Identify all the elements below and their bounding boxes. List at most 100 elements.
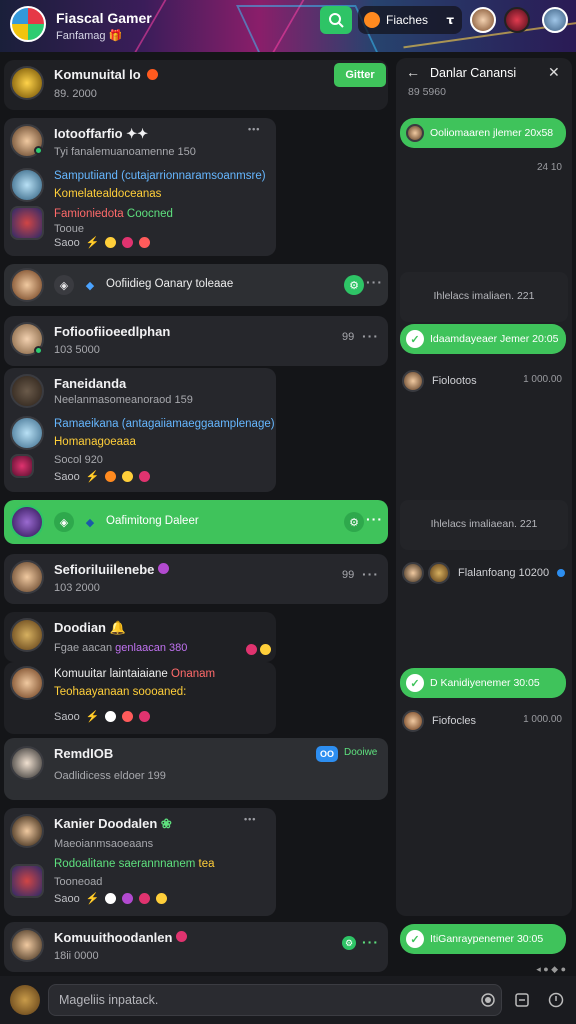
app-header: Fiascal Gamer Fanfamag 🎁 Fiaches 𝞃 bbox=[0, 0, 576, 52]
more-options[interactable]: ••• bbox=[244, 814, 256, 824]
thread-meta: Oadlidicess eldoer 199 bbox=[54, 770, 166, 782]
settings-icon[interactable]: ⚙ bbox=[344, 512, 364, 532]
close-icon[interactable]: ✕ bbox=[548, 64, 560, 81]
app-title: Fiascal Gamer bbox=[56, 10, 152, 26]
thread-title: Komunuital lo bbox=[54, 67, 141, 82]
message-bubble[interactable]: Ooliomaaren jlemer 20x58 bbox=[400, 118, 566, 148]
badge-label: Dooiwe bbox=[344, 747, 378, 758]
participant-row[interactable]: Flalanfoang 10200 bbox=[402, 562, 566, 584]
bell-icon: 🔔 bbox=[109, 620, 126, 635]
participant-row[interactable]: Fiolootos bbox=[402, 370, 477, 392]
more-options[interactable]: ··· bbox=[366, 274, 383, 290]
avatar bbox=[10, 928, 44, 962]
avatar bbox=[402, 370, 424, 392]
thread-list: Komunuital lo 89. 2000 Gitter Iotooffarf… bbox=[0, 52, 392, 976]
channel-icon: ◈ bbox=[54, 512, 74, 532]
gitter-button[interactable]: Gitter bbox=[334, 63, 386, 87]
conversation-panel: ← Danlar Canansi ✕ 89 5960 Ooliomaaren j… bbox=[396, 58, 572, 954]
avatar bbox=[10, 666, 44, 700]
panel-title: Danlar Canansi bbox=[430, 66, 517, 80]
channel-label: Oofiidieg Oanary toleaae bbox=[106, 278, 234, 290]
bolt-icon: ⚡ bbox=[85, 471, 100, 483]
record-icon[interactable] bbox=[478, 990, 498, 1010]
more-options[interactable]: ··· bbox=[366, 511, 383, 527]
message-bubble[interactable]: ✓ D Kanidiyenemer 30:05 bbox=[400, 668, 566, 698]
date-separator: Ihlelacs imaliaean. 221 bbox=[400, 500, 568, 550]
check-icon: ✓ bbox=[406, 930, 424, 948]
avatar bbox=[10, 864, 44, 898]
thread-title: Faneidanda bbox=[54, 376, 127, 391]
app-subtitle: Fanfamag 🎁 bbox=[56, 30, 123, 42]
message-line: Komelatealdoceanas bbox=[54, 188, 162, 200]
thread-meta: 89. 2000 bbox=[54, 88, 97, 100]
avatar bbox=[10, 168, 44, 202]
thread-card[interactable]: Komuuitar laintaiaiane Onanam Teohaayana… bbox=[4, 662, 276, 734]
search-button[interactable] bbox=[320, 6, 352, 34]
channel-row-active[interactable]: ◈ ◆ Oafimitong Daleer ⚙ ··· bbox=[4, 500, 388, 544]
avatar bbox=[10, 618, 44, 652]
message-line: Homanagoeaaa bbox=[54, 436, 136, 448]
avatar bbox=[402, 710, 424, 732]
more-options[interactable]: ··· bbox=[362, 566, 379, 582]
more-options[interactable]: ··· bbox=[362, 934, 379, 950]
avatar bbox=[10, 560, 44, 594]
online-indicator bbox=[34, 346, 43, 355]
message-bubble[interactable]: ✓ Idaamdayeaer Jemer 20:05 bbox=[400, 324, 566, 354]
header-avatar-3[interactable] bbox=[542, 7, 568, 33]
thread-title: Kanier Doodalen ❀ bbox=[54, 816, 172, 831]
bolt-icon: ⚡ bbox=[85, 893, 100, 905]
thread-card[interactable]: Doodian 🔔 Fgae aacan genlaacan 380 bbox=[4, 612, 276, 662]
thread-title: Fofioofiioeedlphan bbox=[54, 324, 171, 339]
thread-title: Komuuithoodanlen bbox=[54, 930, 188, 945]
settings-icon[interactable]: ⚙ bbox=[344, 275, 364, 295]
thread-meta: Fgae aacan genlaacan 380 bbox=[54, 642, 188, 654]
message-line: Teohaayanaan soooaned: bbox=[54, 686, 187, 698]
emoji-icon bbox=[139, 711, 151, 722]
thread-title: RemdIOB bbox=[54, 746, 114, 761]
emoji-picker-icon[interactable] bbox=[546, 990, 566, 1010]
thread-meta: Neelanmasomeanoraod 159 bbox=[54, 394, 193, 406]
user-pill-icon bbox=[364, 12, 380, 28]
badge-button[interactable]: OO bbox=[316, 746, 338, 762]
more-options[interactable]: ••• bbox=[248, 124, 260, 134]
message-bubble[interactable]: ✓ ItiGanraypenemer 30:05 bbox=[400, 924, 566, 954]
app-logo[interactable] bbox=[10, 6, 46, 42]
user-pill[interactable]: Fiaches 𝞃 bbox=[358, 6, 462, 34]
participant-row[interactable]: Fiofocles bbox=[402, 710, 476, 732]
avatar bbox=[10, 268, 44, 302]
emoji-icon bbox=[122, 471, 134, 482]
emoji-icon bbox=[122, 237, 134, 248]
thread-card[interactable]: RemdIOB Oadlidicess eldoer 199 OO Dooiwe bbox=[4, 738, 388, 800]
thread-card[interactable]: Komunuital lo 89. 2000 Gitter bbox=[4, 60, 388, 110]
thread-card[interactable]: Faneidanda Neelanmasomeanoraod 159 Ramae… bbox=[4, 368, 276, 492]
check-icon: ✓ bbox=[406, 330, 424, 348]
message-time: 1 000.00 bbox=[523, 374, 562, 385]
avatar[interactable] bbox=[10, 985, 40, 1015]
thread-card[interactable]: Sefioriluiilenebe 103 2000 99 ··· bbox=[4, 554, 388, 604]
emoji-icon bbox=[105, 471, 117, 482]
message-input[interactable] bbox=[48, 984, 502, 1016]
thread-card[interactable]: Fofioofiioeedlphan 103 5000 99 ··· bbox=[4, 316, 388, 366]
thread-meta: 103 5000 bbox=[54, 344, 100, 356]
channel-row[interactable]: ◈ ◆ Oofiidieg Oanary toleaae ⚙ ··· bbox=[4, 264, 388, 306]
thread-title: Komuuitar laintaiaiane Onanam bbox=[54, 668, 216, 680]
message-line: Rodoalitane saerannnanem tea bbox=[54, 858, 215, 870]
message-line: Samputiiand (cutajarrionnaramsoanmsre) bbox=[54, 170, 266, 182]
thread-card[interactable]: Iotooffarfio ✦✦ ••• Tyi fanalemuanoamenn… bbox=[4, 118, 276, 256]
avatar bbox=[10, 206, 44, 240]
panel-subtitle: 89 5960 bbox=[408, 86, 446, 98]
emoji-icon bbox=[156, 893, 168, 904]
back-arrow-icon[interactable]: ← bbox=[406, 64, 420, 80]
header-avatar-1[interactable] bbox=[470, 7, 496, 33]
thread-card[interactable]: Kanier Doodalen ❀ ••• Maeoianmsaoeaans R… bbox=[4, 808, 276, 916]
thread-card[interactable]: Komuuithoodanlen 18ii 0000 ⚙ ··· bbox=[4, 922, 388, 972]
settings-icon[interactable]: ⚙ bbox=[342, 936, 356, 950]
bolt-icon: ⚡ bbox=[85, 711, 100, 723]
header-avatar-2[interactable] bbox=[504, 7, 530, 33]
avatar bbox=[10, 505, 44, 539]
more-options[interactable]: ··· bbox=[362, 328, 379, 344]
attachment-icon[interactable] bbox=[512, 990, 532, 1010]
avatar bbox=[10, 454, 34, 478]
emoji-icon bbox=[139, 471, 151, 482]
avatar bbox=[428, 562, 450, 584]
